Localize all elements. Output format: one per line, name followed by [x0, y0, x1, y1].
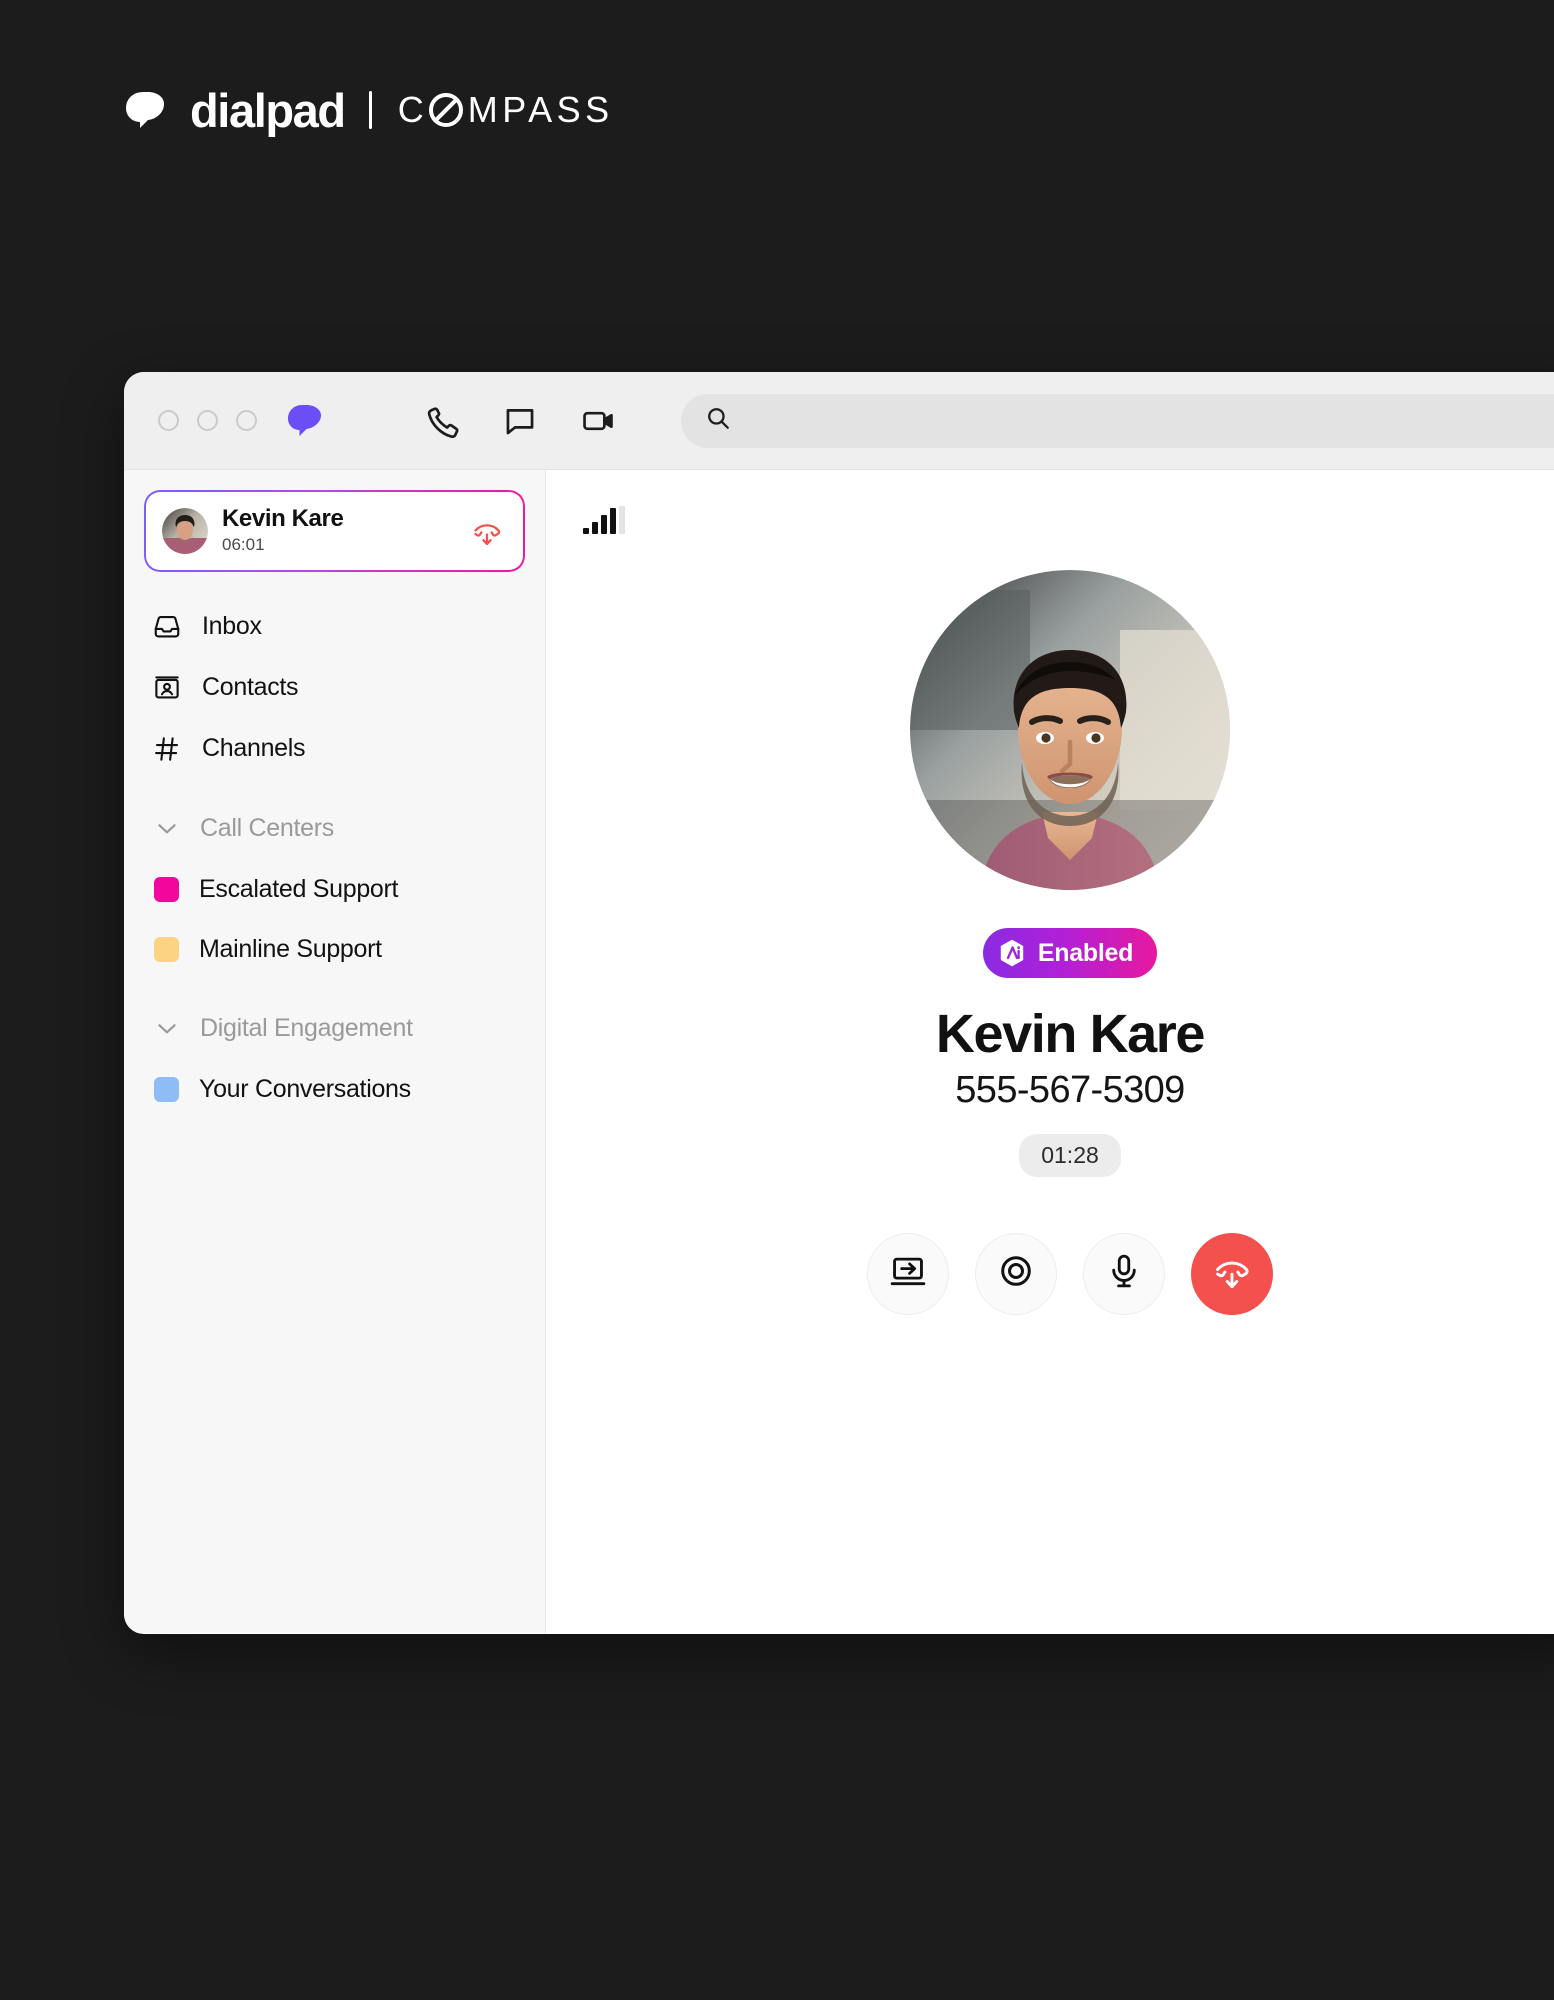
- maximize-window-button[interactable]: [236, 410, 257, 431]
- hangup-icon: [1210, 1249, 1254, 1298]
- brand-product-prefix: C: [397, 89, 429, 130]
- caller-photo: [910, 570, 1230, 890]
- call-panel: Enabled Kevin Kare 555-567-5309 01:28: [546, 470, 1554, 1633]
- chat-icon[interactable]: [503, 404, 537, 438]
- signal-strength-icon: [583, 506, 625, 534]
- avatar: [162, 508, 208, 554]
- sidebar-item-label: Your Conversations: [199, 1074, 411, 1103]
- call-duration: 01:28: [1019, 1133, 1121, 1177]
- sidebar-item-your-conversations[interactable]: Your Conversations: [146, 1059, 523, 1119]
- inbox-icon: [152, 612, 182, 642]
- ai-status-badge: Enabled: [982, 928, 1158, 978]
- search-icon: [705, 405, 731, 436]
- chevron-down-icon: [154, 1015, 180, 1041]
- sidebar-item-mainline-support[interactable]: Mainline Support: [146, 919, 523, 979]
- sidebar-group-digital-engagement[interactable]: Digital Engagement: [146, 997, 523, 1059]
- sidebar-item-contacts[interactable]: Contacts: [146, 657, 523, 718]
- ai-status-label: Enabled: [1037, 938, 1134, 967]
- record-icon: [997, 1252, 1035, 1295]
- active-call-duration: 06:01: [222, 534, 265, 554]
- hangup-button[interactable]: [1191, 1232, 1273, 1315]
- sidebar-group-label: Digital Engagement: [200, 1013, 413, 1042]
- window-body: Kevin Kare 06:01 Inbox Contacts Channels…: [124, 470, 1554, 1633]
- sidebar-item-label: Contacts: [202, 673, 299, 701]
- sidebar: Kevin Kare 06:01 Inbox Contacts Channels…: [124, 470, 546, 1633]
- channel-color-swatch: [154, 876, 179, 902]
- record-button[interactable]: [975, 1232, 1057, 1315]
- transfer-icon: [889, 1252, 927, 1295]
- title-bar: [124, 372, 1554, 470]
- search-bar[interactable]: [681, 393, 1554, 448]
- active-call-name: Kevin Kare: [222, 505, 344, 533]
- brand-product-name: C MPASS: [398, 92, 614, 128]
- sidebar-group-label: Call Centers: [200, 813, 334, 842]
- page-root: dialpad C MPASS Kevin Kare 06:01 Inbox C…: [0, 0, 1554, 2000]
- dialpad-logo-icon: [124, 90, 176, 130]
- sidebar-item-label: Mainline Support: [199, 934, 382, 963]
- sidebar-item-label: Escalated Support: [199, 874, 399, 903]
- caller-name: Kevin Kare: [935, 1004, 1206, 1064]
- ai-hexagon-icon: [997, 938, 1027, 968]
- app-window: Kevin Kare 06:01 Inbox Contacts Channels…: [124, 372, 1554, 1634]
- call-stage: Enabled Kevin Kare 555-567-5309 01:28: [546, 570, 1554, 1315]
- video-icon[interactable]: [581, 404, 615, 438]
- call-controls: [867, 1232, 1273, 1315]
- microphone-icon: [1105, 1252, 1143, 1295]
- sidebar-item-escalated-support[interactable]: Escalated Support: [146, 859, 523, 919]
- minimize-window-button[interactable]: [197, 410, 218, 431]
- phone-icon[interactable]: [425, 404, 459, 438]
- slashed-o-icon: [429, 93, 464, 127]
- close-window-button[interactable]: [158, 410, 179, 431]
- brand-divider: [368, 91, 372, 129]
- window-traffic-lights: [158, 410, 257, 431]
- sidebar-item-label: Channels: [202, 734, 306, 762]
- title-bar-actions: [425, 404, 615, 438]
- hash-icon: [152, 734, 182, 764]
- channel-color-swatch: [154, 936, 179, 962]
- mute-button[interactable]: [1083, 1232, 1165, 1315]
- active-call-card[interactable]: Kevin Kare 06:01: [146, 492, 523, 570]
- app-logo-icon: [287, 404, 329, 437]
- sidebar-item-label: Inbox: [202, 612, 262, 640]
- active-call-info: Kevin Kare 06:01: [222, 505, 469, 555]
- brand-lockup: dialpad C MPASS: [124, 82, 614, 138]
- brand-product-suffix: MPASS: [467, 89, 614, 130]
- sidebar-item-channels[interactable]: Channels: [146, 718, 523, 779]
- transfer-button[interactable]: [867, 1232, 949, 1315]
- caller-number: 555-567-5309: [955, 1068, 1185, 1111]
- sidebar-item-inbox[interactable]: Inbox: [146, 596, 523, 657]
- contacts-icon: [152, 673, 182, 703]
- sidebar-group-call-centers[interactable]: Call Centers: [146, 797, 523, 859]
- brand-wordmark: dialpad: [190, 83, 346, 137]
- chevron-down-icon: [154, 815, 180, 841]
- channel-color-swatch: [154, 1076, 179, 1102]
- hangup-icon[interactable]: [469, 513, 505, 549]
